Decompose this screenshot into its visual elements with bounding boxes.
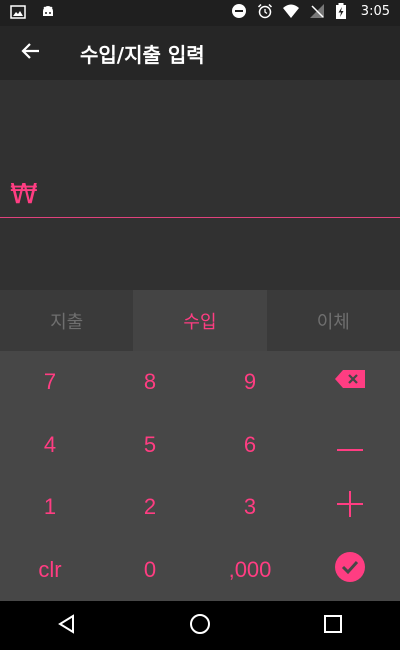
key-1[interactable]: 1 [0,476,100,539]
key-4[interactable]: 4 [0,414,100,477]
tab-expense[interactable]: 지출 [0,290,134,351]
page-title: 수입/지출 입력 [80,43,205,67]
amount-input[interactable] [50,178,384,214]
backspace-icon [334,369,366,395]
key-3[interactable]: 3 [200,476,300,539]
android-icon [40,4,56,20]
nav-home-button[interactable] [170,606,230,646]
keypad: 7 8 9 4 5 6 1 2 3 clr 0 ,000 [0,351,400,601]
currency-symbol: ₩ [10,177,38,210]
plus-button[interactable] [300,476,400,539]
plus-icon [337,491,363,523]
do-not-disturb-icon [231,3,247,19]
key-5[interactable]: 5 [100,414,200,477]
type-tabs: 지출 수입 이체 [0,290,400,351]
key-8[interactable]: 8 [100,351,200,414]
tab-income[interactable]: 수입 [133,290,267,351]
status-bar: 3:05 [0,0,400,26]
back-button[interactable] [14,36,48,70]
key-7[interactable]: 7 [0,351,100,414]
key-2[interactable]: 2 [100,476,200,539]
battery-charging-icon [335,3,351,19]
key-6[interactable]: 6 [200,414,300,477]
backspace-button[interactable] [300,351,400,414]
status-time: 3:05 [360,3,390,19]
recents-square-icon [323,614,343,638]
confirm-button[interactable] [300,539,400,602]
no-signal-icon [309,3,325,19]
key-9[interactable]: 9 [200,351,300,414]
nav-back-button[interactable] [37,606,97,646]
tab-transfer[interactable]: 이체 [266,290,400,351]
minus-button[interactable] [300,414,400,477]
amount-underline [0,217,400,218]
image-icon [10,4,26,20]
app-bar: 수입/지출 입력 [0,26,400,80]
clear-button[interactable]: clr [0,539,100,602]
arrow-back-icon [21,41,41,65]
nav-recents-button[interactable] [303,606,363,646]
wifi-icon [282,3,299,19]
key-0[interactable]: 0 [100,539,200,602]
alarm-icon [257,3,273,19]
amount-area: ₩ [0,80,400,290]
system-nav-bar [0,601,400,650]
check-circle-icon [334,551,366,589]
back-triangle-icon [57,613,77,638]
minus-icon [337,432,363,458]
key-thousand[interactable]: ,000 [200,539,300,602]
home-circle-icon [189,613,211,639]
